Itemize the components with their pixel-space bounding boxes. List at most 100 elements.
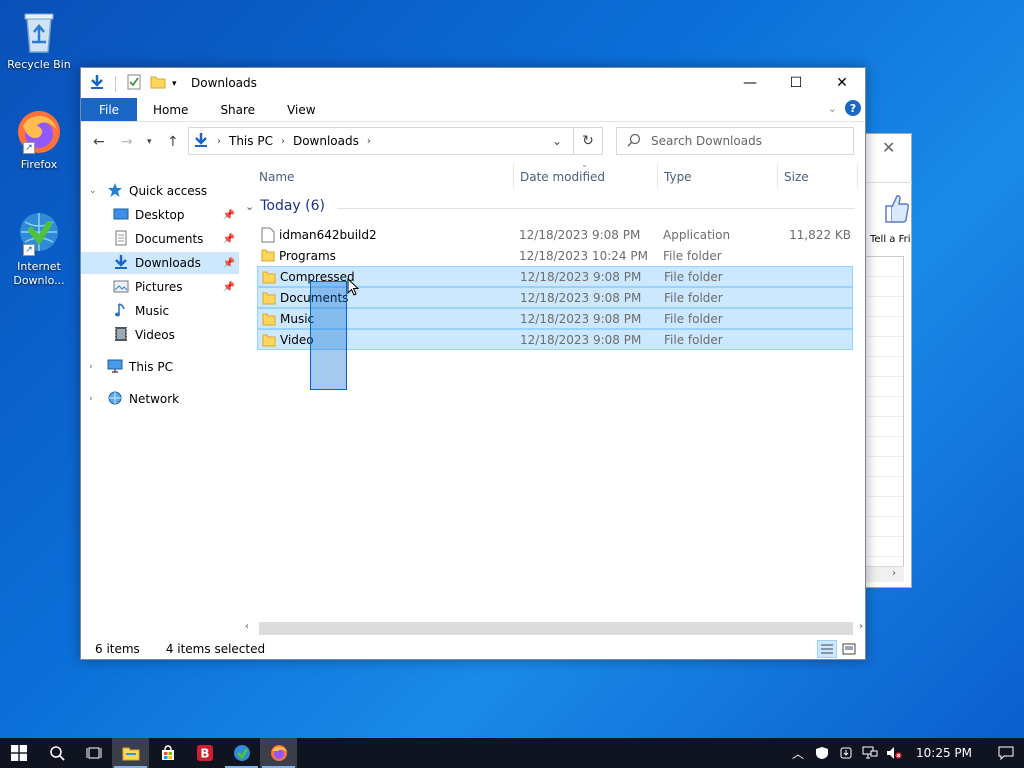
column-divider[interactable] [857,164,858,188]
chevron-up-icon[interactable]: ︿ [786,745,810,762]
desktop-icon-internet-download-manager[interactable]: ↗ Internet Downlo... [4,210,74,288]
chevron-right-icon[interactable]: › [89,362,93,372]
selection-rectangle [310,281,347,390]
close-icon[interactable]: ✕ [882,138,895,157]
chevron-down-icon[interactable]: ⌄ [89,186,97,196]
recent-locations-icon[interactable]: ▾ [147,137,152,147]
up-arrow-icon[interactable]: ↑ [167,134,179,150]
refresh-button[interactable]: ↻ [573,127,603,155]
desktop-icon-firefox[interactable]: ↗ Firefox [4,108,74,172]
tab-home[interactable]: Home [137,98,204,121]
taskbar-clock[interactable]: 10:25 PM [916,746,972,760]
column-header-size[interactable]: Size [784,170,809,184]
chevron-right-icon[interactable]: › [892,568,896,579]
network-icon [107,390,123,409]
bitdefender-icon: B [196,745,213,761]
task-view-icon [86,747,101,759]
forward-arrow-icon[interactable]: → [121,134,133,150]
application-file-icon [261,227,275,246]
taskbar-bitdefender[interactable]: B [186,738,223,768]
horizontal-scrollbar[interactable]: ‹ › [241,620,865,637]
pin-icon[interactable]: 📌 [223,234,235,245]
windows-security-icon[interactable] [810,746,834,760]
properties-icon[interactable] [126,74,142,93]
scrollbar-thumb[interactable] [259,622,853,635]
desktop-icon-recycle-bin[interactable]: Recycle Bin [4,8,74,72]
details-view-button[interactable] [817,640,837,658]
sidebar-item-network[interactable]: › Network [81,388,239,410]
column-header-date-modified[interactable]: Date modified [520,170,605,184]
group-header-today[interactable]: ⌄ Today (6) [245,198,325,214]
table-row[interactable]: idman642build2 12/18/2023 9:08 PM Applic… [257,224,853,245]
folder-icon [262,312,276,329]
table-row[interactable]: Programs 12/18/2023 10:24 PM File folder [257,245,853,266]
tab-share[interactable]: Share [204,98,271,121]
expand-ribbon-icon[interactable]: ⌄ [828,102,837,115]
chevron-right-icon[interactable]: › [367,136,371,147]
column-divider[interactable] [657,164,658,188]
minimize-button[interactable]: — [727,68,773,98]
network-status-icon[interactable] [858,746,882,760]
sidebar-item-downloads[interactable]: Downloads 📌 [81,252,239,274]
chevron-right-icon[interactable]: › [281,136,285,147]
column-header-type[interactable]: Type [664,170,692,184]
help-icon[interactable]: ? [845,100,861,116]
volume-muted-icon[interactable] [882,746,906,760]
search-box[interactable] [616,127,854,155]
notifications-icon[interactable] [988,746,1024,760]
taskbar-firefox[interactable] [260,738,297,768]
sidebar-item-videos[interactable]: Videos [81,324,239,346]
chevron-down-icon[interactable]: ⌄ [245,200,254,213]
large-icons-view-button[interactable] [839,640,859,658]
address-bar[interactable]: › This PC › Downloads › ⌄ [188,127,574,155]
chevron-left-icon[interactable]: ‹ [245,621,249,632]
file-name: Programs [279,248,336,263]
pin-icon[interactable]: 📌 [223,210,235,221]
column-header-name[interactable]: Name [259,170,294,184]
chevron-right-icon[interactable]: › [89,394,93,404]
sidebar-item-quick-access[interactable]: ⌄ Quick access [81,180,239,202]
column-divider[interactable] [513,164,514,188]
pin-icon[interactable]: 📌 [223,282,235,293]
breadcrumb-this-pc[interactable]: This PC [229,134,273,148]
divider [866,182,912,183]
taskbar-microsoft-store[interactable] [149,738,186,768]
column-divider[interactable] [777,164,778,188]
sidebar-item-music[interactable]: Music [81,300,239,322]
sidebar-item-pictures[interactable]: Pictures 📌 [81,276,239,298]
customize-toolbar-icon[interactable]: ▾ [172,79,177,89]
search-input[interactable] [651,134,841,148]
title-bar[interactable]: ▾ Downloads — ☐ ✕ [81,68,865,98]
background-window[interactable]: ✕ Tell a Fri › [866,133,912,588]
horizontal-scrollbar[interactable]: › [866,566,904,582]
sidebar-item-desktop[interactable]: Desktop 📌 [81,204,239,226]
search-button[interactable] [38,738,75,768]
chevron-right-icon[interactable]: › [859,621,863,632]
tab-file[interactable]: File [81,98,137,121]
file-type: File folder [664,311,723,326]
tab-view[interactable]: View [271,98,331,121]
shortcut-arrow-icon: ↗ [23,244,35,256]
chevron-right-icon[interactable]: › [217,136,221,147]
breadcrumb-downloads[interactable]: Downloads [293,134,359,148]
file-explorer-window[interactable]: ▾ Downloads — ☐ ✕ File Home Share View ⌄… [80,67,866,660]
mouse-pointer-icon [347,277,361,301]
downloads-icon [113,254,129,273]
back-arrow-icon[interactable]: ← [93,134,105,150]
internet-download-manager-icon: ↗ [15,210,63,258]
sidebar-item-documents[interactable]: Documents 📌 [81,228,239,250]
close-button[interactable]: ✕ [819,68,865,98]
new-folder-icon[interactable] [150,74,166,93]
taskbar-file-explorer[interactable] [112,738,149,768]
idm-tray-icon[interactable] [834,746,858,760]
file-type: File folder [663,248,722,263]
file-list[interactable]: Name ⌄ Date modified Type Size ⌄ Today (… [241,160,865,628]
taskbar-internet-download-manager[interactable] [223,738,260,768]
pin-icon[interactable]: 📌 [223,258,235,269]
task-view-button[interactable] [75,738,112,768]
sidebar-item-this-pc[interactable]: › This PC [81,356,239,378]
folder-icon [262,270,276,287]
start-button[interactable] [0,738,38,768]
chevron-down-icon[interactable]: ⌄ [543,128,571,154]
maximize-button[interactable]: ☐ [773,68,819,98]
